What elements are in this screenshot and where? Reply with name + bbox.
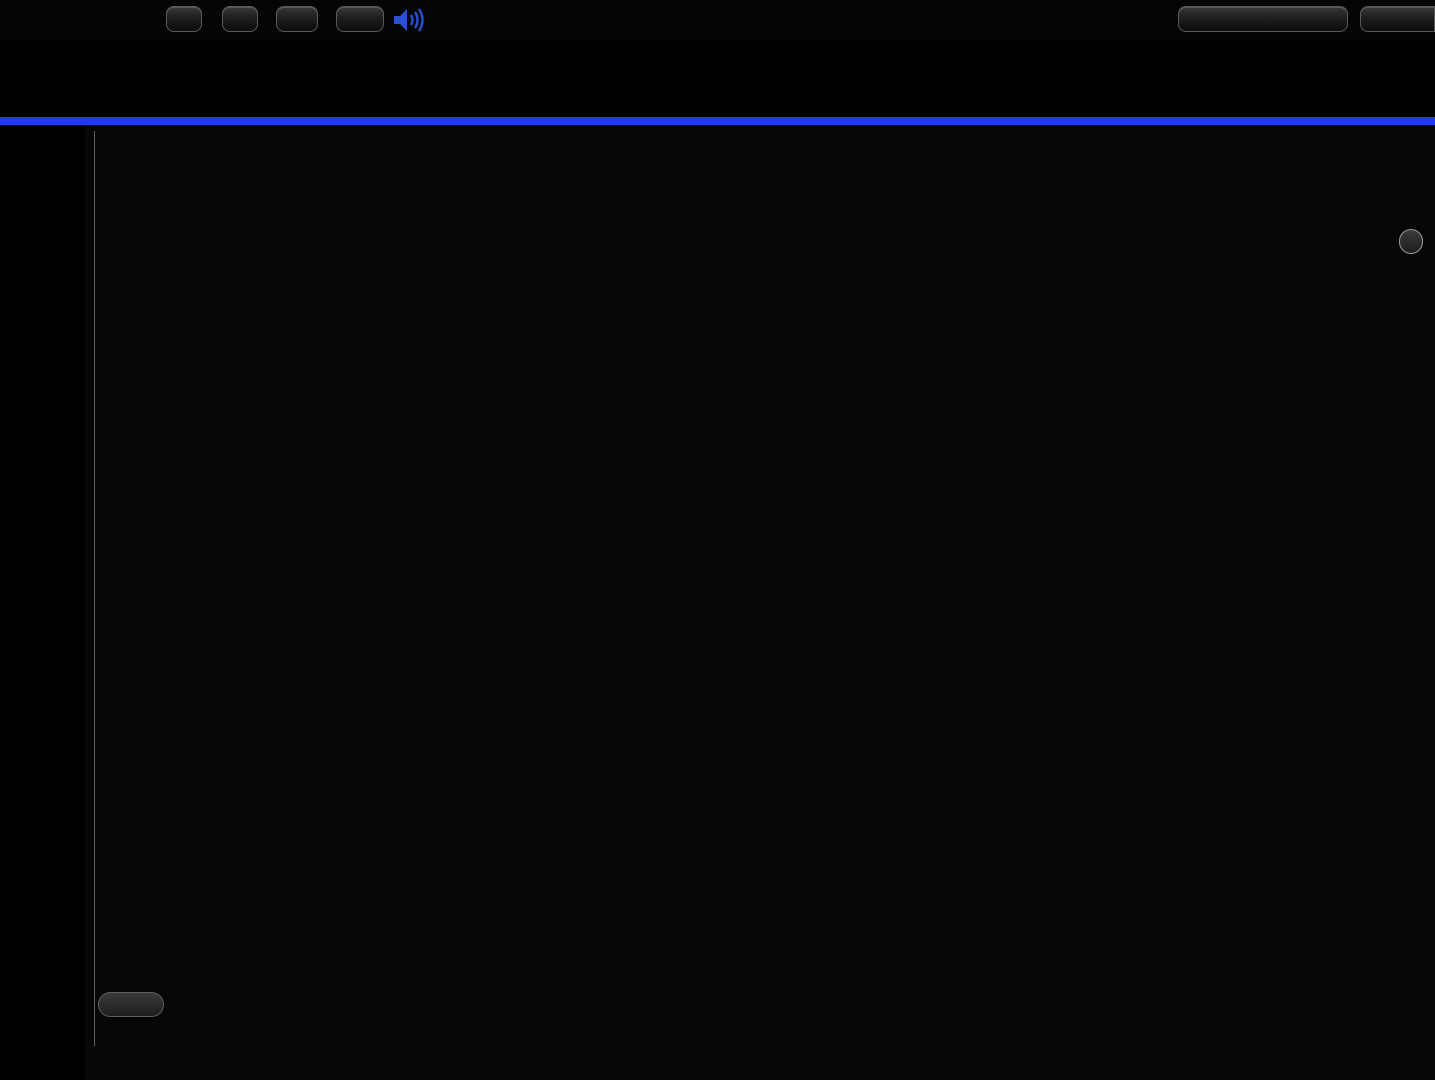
active-tab-underline [0,117,1435,125]
dim-button[interactable] [276,6,318,32]
channel-strip-cutoff[interactable] [0,1072,1435,1080]
volume-plus-button[interactable] [222,6,258,32]
top-bar [0,0,1435,40]
zoom-button[interactable] [1399,229,1423,254]
mute-button[interactable] [336,6,384,32]
volume-minus-button[interactable] [166,6,202,32]
optimizer-settings-panel [85,125,1435,1080]
back-to-main-screen-button[interactable] [1178,6,1348,32]
target-curve-chart[interactable] [85,258,1435,985]
speaker-icon [394,8,424,32]
curve-file-row [85,1033,1435,1071]
ok-button[interactable] [98,992,164,1017]
main-tab-bar [0,40,1435,117]
bypass-top-button[interactable] [1360,6,1435,32]
curve-action-row [85,989,1435,1027]
